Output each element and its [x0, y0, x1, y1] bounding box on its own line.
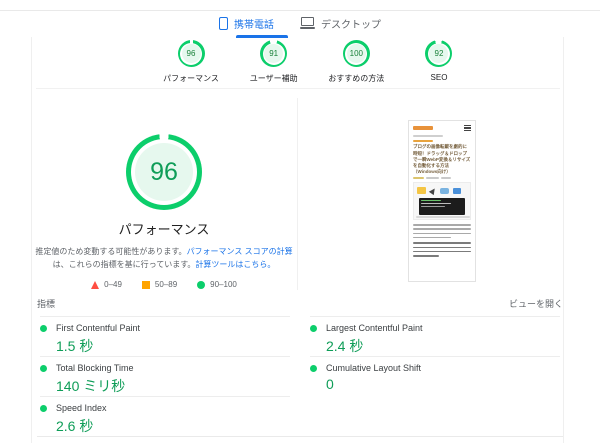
fail-triangle-icon	[91, 281, 99, 289]
score-item-seo[interactable]: 92 SEO	[398, 40, 480, 84]
thumb-breadcrumb	[413, 135, 443, 137]
tab-desktop[interactable]: デスクトップ	[300, 14, 381, 32]
metric-cumulative-layout-shift: Cumulative Layout Shift 0	[310, 357, 560, 397]
metrics-title: 指標	[37, 297, 55, 310]
metric-value: 2.6 秒	[56, 416, 290, 436]
average-square-icon	[142, 281, 150, 289]
pagespeed-insights-report: 携帯電話 デスクトップ 96 パフォーマンス 91 ユーザー補助 100 おすす…	[0, 0, 600, 443]
metric-largest-contentful-paint: Largest Contentful Paint 2.4 秒	[310, 317, 560, 357]
cursor-icon	[429, 187, 437, 195]
metric-name: Total Blocking Time	[56, 363, 134, 373]
best-practices-score-ring: 100	[343, 40, 370, 67]
metrics-bottom-divider	[37, 436, 563, 437]
performance-score-ring: 96	[178, 40, 205, 67]
expand-view-button[interactable]: ビューを開く	[509, 297, 563, 310]
folder-icon	[417, 187, 426, 194]
scores-divider	[36, 88, 560, 89]
tab-mobile[interactable]: 携帯電話	[219, 14, 274, 32]
metric-name: Cumulative Layout Shift	[326, 363, 421, 373]
performance-gauge-label: パフォーマンス	[31, 219, 297, 238]
device-tabs: 携帯電話 デスクトップ	[0, 14, 600, 32]
score-legend: 0–49 50–89 90–100	[31, 280, 297, 289]
legend-fail: 0–49	[91, 280, 122, 289]
metric-name: Speed Index	[56, 403, 107, 413]
pass-circle-icon	[197, 281, 205, 289]
performance-gauge-value: 96	[150, 158, 178, 187]
performance-gauge[interactable]: 96	[126, 134, 202, 210]
metric-value: 1.5 秒	[56, 336, 290, 356]
score-item-accessibility[interactable]: 91 ユーザー補助	[233, 40, 315, 84]
pass-dot-icon	[310, 365, 317, 372]
calculator-link[interactable]: 計算ツールはこちら。	[195, 260, 275, 269]
metric-first-contentful-paint: First Contentful Paint 1.5 秒	[40, 317, 290, 357]
score-calc-link[interactable]: パフォーマンス スコアの計算	[187, 247, 293, 256]
score-description: 推定値のため変動する可能性があります。パフォーマンス スコアの計算は、これらの指…	[34, 246, 294, 272]
legend-pass-range: 90–100	[210, 280, 237, 289]
hamburger-menu-icon	[464, 125, 471, 131]
legend-average: 50–89	[142, 280, 177, 289]
thumb-paragraph	[413, 224, 471, 238]
site-logo	[413, 126, 433, 130]
resize-icon	[453, 188, 461, 194]
thumb-featured-image	[413, 182, 471, 220]
description-text: 推定値のため変動する可能性があります。	[35, 247, 186, 256]
pass-dot-icon	[40, 405, 47, 412]
description-text: は、これらの指標を基に行っています。	[53, 260, 196, 269]
score-label: ユーザー補助	[250, 73, 298, 84]
thumb-paragraph	[413, 242, 471, 256]
score-label: パフォーマンス	[163, 73, 219, 84]
thumb-site-header	[413, 125, 471, 131]
metric-speed-index: Speed Index 2.6 秒	[40, 397, 290, 437]
desktop-icon	[300, 17, 315, 29]
thumb-image-icons	[417, 187, 461, 194]
metric-value: 0	[326, 376, 560, 392]
metric-value: 140 ミリ秒	[56, 376, 290, 396]
legend-average-range: 50–89	[155, 280, 177, 289]
score-item-best-practices[interactable]: 100 おすすめの方法	[315, 40, 397, 84]
metrics-column-right: Largest Contentful Paint 2.4 秒 Cumulativ…	[310, 316, 560, 397]
active-tab-indicator	[236, 35, 288, 38]
column-divider	[297, 98, 298, 290]
accessibility-score-ring: 91	[260, 40, 287, 67]
mobile-phone-icon	[219, 17, 228, 30]
pass-dot-icon	[310, 325, 317, 332]
tab-mobile-label: 携帯電話	[234, 16, 274, 31]
terminal-window	[419, 198, 465, 215]
laptop-base	[416, 216, 470, 218]
score-label: SEO	[431, 73, 448, 82]
score-label: おすすめの方法	[328, 73, 384, 84]
webp-file-icon	[440, 188, 449, 194]
metrics-header: 指標 ビューを開く	[37, 297, 563, 310]
pass-dot-icon	[40, 365, 47, 372]
metric-total-blocking-time: Total Blocking Time 140 ミリ秒	[40, 357, 290, 397]
page-screenshot-thumbnail[interactable]: ブログの画像転載を劇的に時短！ドラッグ＆ドロップで一瞬WebP変換＆リサイズを自…	[408, 120, 476, 282]
score-item-performance[interactable]: 96 パフォーマンス	[150, 40, 232, 84]
metric-name: First Contentful Paint	[56, 323, 140, 333]
score-summary-row: 96 パフォーマンス 91 ユーザー補助 100 おすすめの方法 92 SEO	[150, 40, 480, 84]
metrics-column-left: First Contentful Paint 1.5 秒 Total Block…	[40, 316, 290, 437]
metric-value: 2.4 秒	[326, 336, 560, 356]
pass-dot-icon	[40, 325, 47, 332]
tab-desktop-label: デスクトップ	[321, 16, 381, 31]
metric-name: Largest Contentful Paint	[326, 323, 423, 333]
seo-score-ring: 92	[425, 40, 452, 67]
thumb-meta-tags	[413, 177, 471, 180]
thumb-article-title: ブログの画像転載を劇的に時短！ドラッグ＆ドロップで一瞬WebP変換＆リサイズを自…	[413, 144, 471, 174]
top-divider	[0, 10, 600, 11]
legend-pass: 90–100	[197, 280, 237, 289]
thumb-category-label	[413, 140, 433, 143]
legend-fail-range: 0–49	[104, 280, 122, 289]
